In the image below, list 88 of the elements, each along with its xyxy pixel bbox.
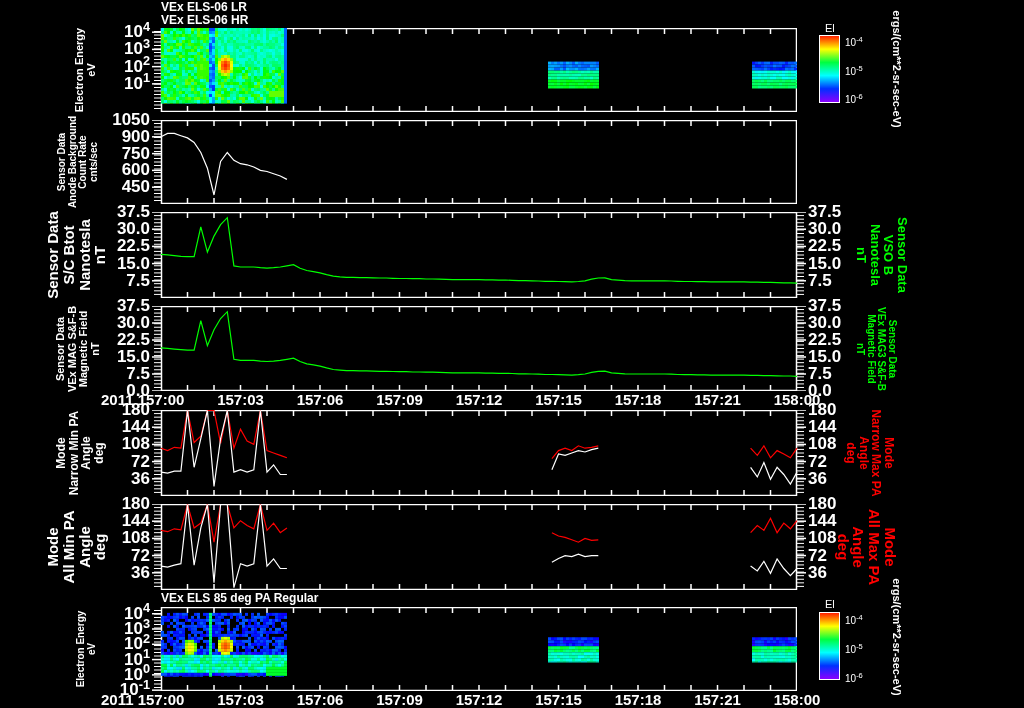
colorbar-label: El	[825, 22, 835, 34]
y-tick-label: 36	[131, 469, 150, 488]
y-tick-label: 15.0	[116, 348, 150, 366]
y-tick-label: 36	[808, 469, 827, 488]
y-tick-label: 37.5	[808, 297, 842, 315]
y-axis-label: Sensor Data S/C Btot Nanotesla nT	[44, 211, 108, 299]
y-tick-label: 15.0	[116, 254, 150, 273]
x-tick-label: 157:21	[694, 391, 741, 408]
y-tick-label: 144	[808, 512, 837, 531]
y-tick-label: 7.5	[808, 271, 832, 290]
x-tick-label: 157:06	[296, 691, 344, 708]
x-tick-label: 157:06	[296, 391, 344, 408]
y-tick-label: 72	[808, 546, 827, 565]
colorbar-tick-label: 10$^{-5}$	[845, 66, 863, 78]
x-tick-label: 157:21	[694, 691, 741, 708]
y-tick-label: 1050	[112, 111, 150, 129]
y-tick-label: 180	[808, 495, 837, 513]
spectrogram-drawing	[752, 637, 797, 663]
x-tick-label: 157:09	[376, 391, 423, 408]
y-tick-label: 450	[121, 178, 150, 197]
color-scale-bar	[819, 35, 840, 103]
units-label: ergs/(cm**2-sr-sec-eV)	[891, 10, 903, 128]
x-tick-label: 157:09	[376, 691, 423, 708]
y-tick-label: 7.5	[126, 271, 150, 290]
x-tick-label: 157:03	[217, 691, 264, 708]
y-axis-label: Mode All Min PA Angle deg	[44, 510, 108, 584]
y-tick-label: 108	[121, 529, 150, 548]
spectrogram-drawing	[548, 61, 599, 89]
y-tick-label: 108	[808, 435, 837, 454]
y-axis-label: Sensor Data VEx MAG S&F-B Magnetic Field nT	[54, 305, 102, 392]
y-tick-label: 30.0	[116, 314, 150, 332]
x-tick-label: 157:00	[137, 691, 185, 708]
x-tick-label: 157:03	[217, 391, 264, 408]
colorbar-tick-label: 10$^{-4}$	[845, 615, 863, 627]
x-tick-label: 157:12	[455, 691, 503, 708]
y-tick-label: 600	[121, 161, 150, 180]
y-tick-label: 72	[808, 452, 827, 471]
x-tick-label: 157:12	[455, 391, 503, 408]
y-tick-label: 37.5	[116, 297, 150, 315]
y-tick-label: 7.5	[808, 365, 832, 383]
y-tick-label: 144	[808, 418, 837, 437]
units-label: ergs/(cm**2-sr-sec-eV)	[891, 578, 903, 696]
y-tick-label: 108	[121, 435, 150, 454]
y-tick-label: 7.5	[126, 365, 150, 383]
y-tick-label: 15.0	[808, 254, 842, 273]
y-tick-label: 30.0	[808, 314, 842, 332]
colorbar-label: El	[825, 598, 835, 610]
y-tick-label: 37.5	[808, 203, 842, 221]
y-axis-label: Electron Energy eV	[74, 27, 98, 113]
x-tick-label: 157:18	[614, 691, 662, 708]
y-axis-label: Sensor Data Anode Background Count Rate cnts/sec	[57, 115, 99, 209]
x-tick-label: 157:15	[535, 691, 582, 708]
y-tick-label: 30.0	[808, 220, 842, 239]
colorbar-tick-label: 10$^{-6}$	[845, 94, 863, 106]
y-tick-label: 750	[121, 144, 150, 163]
color-scale-bar	[819, 612, 840, 680]
x-tick-label: 158:00	[773, 691, 821, 708]
y-tick-label: 144	[121, 512, 150, 531]
y-axis-label: Mode Narrow Max PA Angle deg	[844, 409, 896, 497]
y-tick-label: 22.5	[808, 331, 842, 349]
y-tick-label: 15.0	[808, 348, 842, 366]
y-tick-label: 22.5	[116, 237, 150, 256]
colorbar-tick-label: 10$^{-4}$	[845, 37, 863, 49]
colorbar-tick-label: 10$^{-6}$	[845, 673, 863, 685]
y-tick-label: 72	[131, 546, 150, 565]
y-axis-label: Electron Energy eV	[75, 610, 97, 688]
x-tick-label: 157:18	[614, 391, 662, 408]
spectrogram-drawing	[752, 61, 797, 89]
plot-title: VEx ELS 85 deg PA Regular	[161, 591, 319, 605]
y-axis-label: Sensor Data VEx MAG3 S&F-B Magnetic Field nT	[855, 306, 897, 391]
y-tick-label: 30.0	[116, 220, 150, 239]
y-axis-label: Sensor Data VSO B Nanotesla nT	[854, 217, 910, 293]
y-tick-label: 22.5	[116, 331, 150, 349]
plot-title: VEx ELS-06 LR	[161, 1, 248, 14]
y-tick-label: 900	[121, 127, 150, 146]
y-tick-label: 36	[808, 563, 827, 582]
y-tick-label: 72	[131, 452, 150, 471]
y-tick-label: 108	[808, 529, 837, 548]
y-tick-label: 37.5	[116, 203, 150, 221]
y-tick-label: 36	[131, 563, 150, 582]
plot-title: VEx ELS-06 HR	[161, 14, 249, 27]
colorbar-tick-label: 10$^{-5}$	[845, 644, 863, 656]
y-axis-label: Mode Narrow Min PA Angle deg	[54, 410, 106, 496]
spectrogram-drawing	[548, 637, 599, 663]
y-tick-label: 22.5	[808, 237, 842, 256]
y-tick-label: 180	[121, 495, 150, 513]
x-tick-label: 157:15	[535, 391, 582, 408]
y-tick-label: 144	[121, 418, 150, 437]
